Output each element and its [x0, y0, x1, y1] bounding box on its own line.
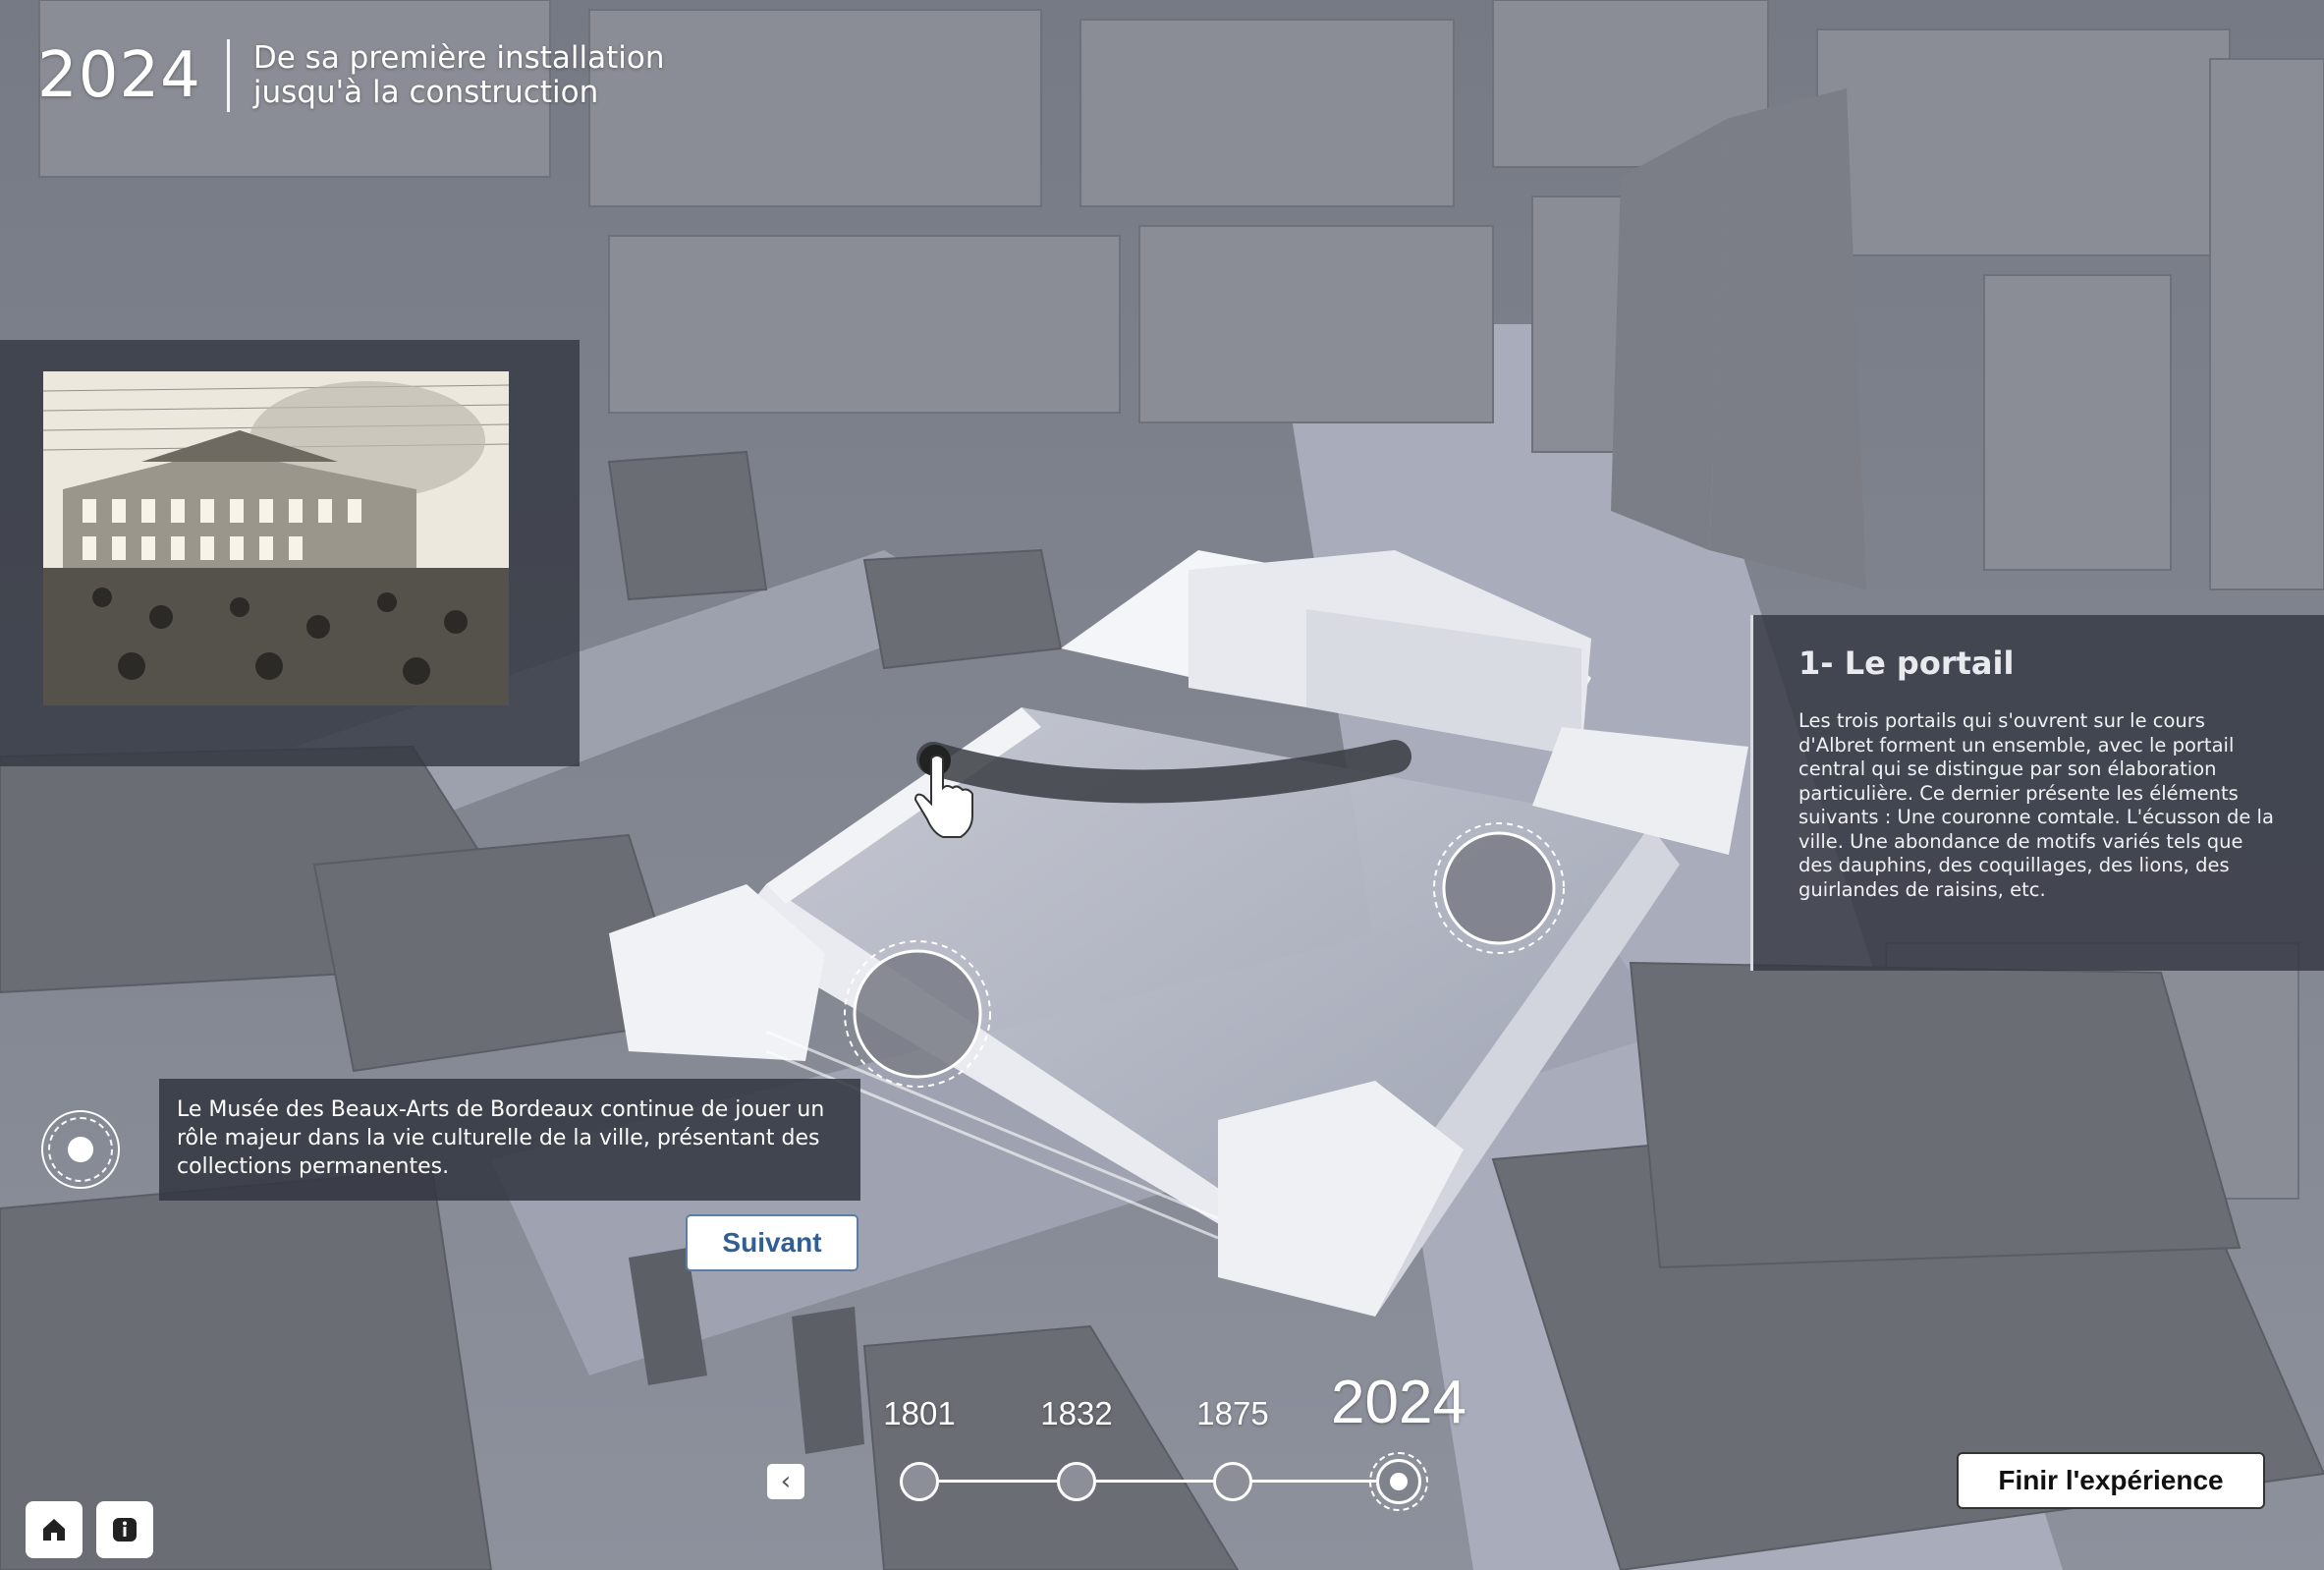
timeline-prev-button[interactable]: ‹: [767, 1464, 804, 1499]
header-subtitle-line1: De sa première installation: [252, 40, 665, 76]
page-header: 2024 De sa première installation jusqu'à…: [37, 37, 665, 114]
timeline-year-1801[interactable]: 1801: [883, 1395, 955, 1432]
info-button[interactable]: [96, 1501, 153, 1558]
hand-pointer-icon: [913, 751, 976, 839]
hotspot-marker-dot: [68, 1137, 93, 1162]
poi-title: 1- Le portail: [1798, 645, 2015, 682]
point-of-interest-panel: 1- Le portail Les trois portails qui s'o…: [1750, 615, 2324, 971]
poi-description: Les trois portails qui s'ouvrent sur le …: [1798, 709, 2274, 901]
header-divider: [226, 39, 230, 112]
caption-text: Le Musée des Beaux-Arts de Bordeaux cont…: [177, 1097, 825, 1179]
next-button[interactable]: Suivant: [686, 1214, 858, 1271]
header-subtitle: De sa première installation jusqu'à la c…: [253, 41, 665, 110]
timeline-year-1875[interactable]: 1875: [1196, 1395, 1268, 1432]
archive-engraving-image: [43, 371, 509, 705]
timeline-node-1801[interactable]: [900, 1462, 939, 1501]
timeline-node-1832[interactable]: [1057, 1462, 1096, 1501]
hotspot-marker-icon[interactable]: [41, 1110, 120, 1189]
finish-experience-button[interactable]: Finir l'expérience: [1957, 1452, 2265, 1509]
home-icon: [43, 1519, 65, 1541]
archive-image-panel: [0, 340, 580, 766]
timeline-node-1875[interactable]: [1213, 1462, 1252, 1501]
timeline-active-dot: [1390, 1473, 1408, 1490]
info-icon: [113, 1518, 137, 1542]
timeline-track: [919, 1480, 1399, 1483]
header-year: 2024: [37, 39, 201, 112]
header-subtitle-line2: jusqu'à la construction: [252, 75, 599, 110]
timeline-year-1832[interactable]: 1832: [1040, 1395, 1112, 1432]
timeline-year-2024[interactable]: 2024: [1331, 1368, 1466, 1437]
home-button[interactable]: [26, 1501, 83, 1558]
narration-caption: Le Musée des Beaux-Arts de Bordeaux cont…: [159, 1079, 860, 1201]
timeline-node-2024[interactable]: [1369, 1452, 1428, 1511]
